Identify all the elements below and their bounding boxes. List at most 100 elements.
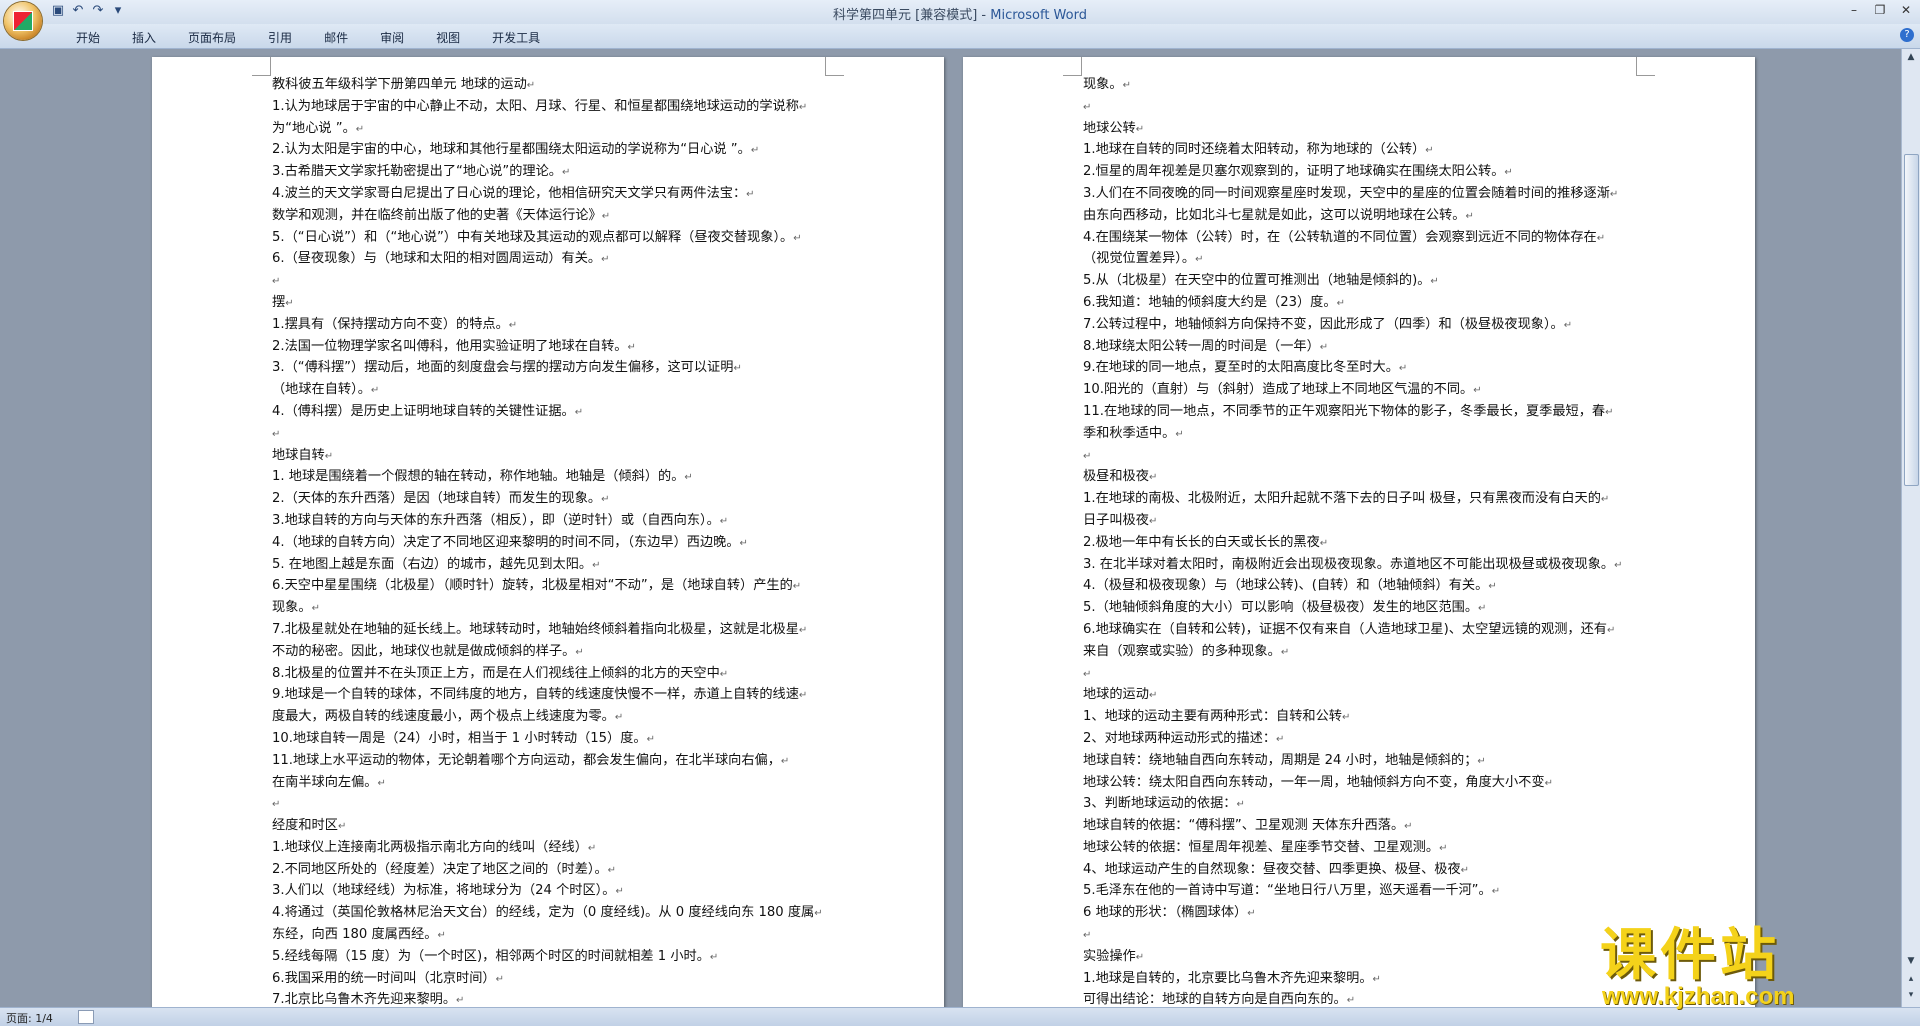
paragraph-mark-icon: ↵: [627, 341, 636, 353]
line-text: 经度和时区: [272, 818, 338, 834]
paragraph-mark-icon: ↵: [592, 559, 601, 571]
paragraph-line: 1、地球的运动主要有两种形式：自转和公转↵: [1083, 707, 1643, 729]
paragraph-mark-icon: ↵: [1148, 690, 1158, 702]
paragraph-mark-icon: ↵: [1346, 995, 1356, 1007]
paragraph-mark-icon: ↵: [1083, 668, 1092, 680]
line-text: 4、地球运动产生的自然现象：昼夜交替、四季更换、极昼、极夜: [1083, 861, 1461, 877]
scroll-down-icon[interactable]: ▼: [1905, 955, 1917, 967]
paragraph-mark-icon: ↵: [1319, 341, 1329, 353]
line-text: 现象。: [1083, 77, 1123, 92]
paragraph-mark-icon: ↵: [495, 973, 504, 985]
page-2-text[interactable]: 现象。↵ ↵ 地球公转↵ 1.地球在自转的同时还绕着太阳转动，称为地球的（公转）↵ 2.…: [1083, 75, 1643, 1007]
paragraph-line: 2.认为太阳是宇宙的中心，地球和其他行星都围绕太阳运动的学说称为“日心说 ”。↵: [272, 140, 832, 162]
line-text: 6.我知道：地轴的倾斜度大约是（23）度。: [1083, 294, 1337, 310]
paragraph-line: 7.北京比乌鲁木齐先迎来黎明。↵: [272, 990, 832, 1007]
paragraph-mark-icon: ↵: [1425, 145, 1434, 157]
paragraph-line: 摆↵: [272, 293, 832, 315]
line-text: 不动的秘密。因此，地球仪也就是做成倾斜的样子。: [272, 643, 576, 659]
paragraph-line: 9.地球是一个自转的球体，不同纬度的地方，自转的线速度快慢不一样，赤道上自转的线…: [272, 685, 832, 707]
paragraph-line: 2.法国一位物理学家名叫傅科，他用实验证明了地球在自转。↵: [272, 337, 832, 359]
paragraph-line: 4.在围绕某一物体（公转）时，在（公转轨道的不同位置）会观察到远近不同的物体存在…: [1083, 228, 1643, 250]
paragraph-mark-icon: ↵: [1341, 712, 1351, 724]
previous-page-icon[interactable]: ▴: [1905, 973, 1917, 985]
tab-5[interactable]: 审阅: [364, 29, 420, 46]
paragraph-mark-icon: ↵: [646, 733, 656, 745]
line-text: 4.（极昼和极夜现象）与（地球公转)、(自转）和（地轴倾斜）有关。: [1083, 578, 1489, 594]
paragraph-mark-icon: ↵: [1607, 624, 1616, 636]
line-text: 为“地心说 ”。: [272, 120, 356, 136]
line-text: 8.北极星的位置并不在头顶正上方，而是在人们视线往上倾斜的北方的天空中: [272, 665, 720, 681]
page-1[interactable]: 教科彼五年级科学下册第四单元 地球的运动↵ 1.认为地球居于宇宙的中心静止不动，太…: [152, 57, 944, 1007]
tab-7[interactable]: 开发工具: [476, 29, 556, 46]
page-indicator[interactable]: 页面: 1/4: [6, 1010, 53, 1026]
ribbon-tabs: 开始 插入 页面布局 引用 邮件 审阅 视图 开发工具: [60, 29, 556, 46]
document-title: 科学第四单元 [兼容模式]: [833, 8, 978, 23]
line-text: 地球自转的依据：“傅科摆”、卫星观测 天体东升西落。: [1083, 818, 1405, 834]
paragraph-line: 4.将通过（英国伦敦格林尼治天文台）的经线，定为（0 度经线)。从 0 度经线向…: [272, 903, 832, 925]
paragraph-line: 度最大，两极自转的线速度最小，两个极点上线速度为零。↵: [272, 707, 832, 729]
paragraph-line: 地球公转的依据：恒星周年视差、星座季节交替、卫星观测。↵: [1083, 838, 1643, 860]
line-text: 6.地球确实在（自转和公转)，证据不仅有来自（人造地球卫星)、太空望远镜的观测，…: [1083, 621, 1607, 637]
line-text: 5. 在地图上越是东面（右边）的城市，越先见到太阳。: [272, 556, 593, 572]
scroll-up-icon[interactable]: ▲: [1905, 51, 1917, 63]
next-page-icon[interactable]: ▾: [1905, 989, 1917, 1001]
paragraph-line: 2.不同地区所处的（经度差）决定了地区之间的（时差）。↵: [272, 860, 832, 882]
tab-4[interactable]: 邮件: [308, 29, 364, 46]
line-text: 1.地球是自转的，北京要比乌鲁木齐先迎来黎明。: [1083, 970, 1373, 986]
line-text: （地球在自转）。: [272, 382, 371, 398]
paragraph-line: 3.地球自转的方向与天体的东升西落（相反），即（逆时针）或（自西向东）。↵: [272, 511, 832, 533]
line-text: 9.在地球的同一地点，夏至时的太阳高度比冬至时大。: [1083, 360, 1399, 376]
scroll-thumb[interactable]: [1904, 154, 1919, 486]
line-text: 来自（观察或实验）的多种现象。: [1083, 643, 1281, 659]
line-text: 6.我国采用的统一时间叫（北京时间）: [272, 970, 496, 986]
tab-2[interactable]: 页面布局: [172, 29, 252, 46]
paragraph-mark-icon: ↵: [377, 777, 386, 789]
paragraph-line: 8.北极星的位置并不在头顶正上方，而是在人们视线往上倾斜的北方的天空中↵: [272, 664, 832, 686]
paragraph-line: 4.波兰的天文学家哥白尼提出了日心说的理论，他相信研究天文学只有两件法宝：↵: [272, 184, 832, 206]
tab-0[interactable]: 开始: [60, 29, 116, 46]
help-icon[interactable]: ?: [1900, 28, 1914, 42]
paragraph-line: 9.在地球的同一地点，夏至时的太阳高度比冬至时大。↵: [1083, 358, 1643, 380]
paragraph-mark-icon: ↵: [1372, 973, 1381, 985]
vertical-scrollbar[interactable]: ▲ ▼ ▴ ▾: [1901, 49, 1920, 1007]
restore-icon[interactable]: ❐: [1870, 2, 1890, 18]
paragraph-line: 10.阳光的（直射）与（斜射）造成了地球上不同地区气温的不同。↵: [1083, 380, 1643, 402]
page-2[interactable]: 现象。↵ ↵ 地球公转↵ 1.地球在自转的同时还绕着太阳转动，称为地球的（公转）↵ 2.…: [963, 57, 1755, 1007]
minimize-icon[interactable]: –: [1844, 2, 1864, 18]
paragraph-mark-icon: ↵: [1563, 319, 1573, 331]
line-text: 10.地球自转一周是（24）小时，相当于 1 小时转动（15）度。: [272, 730, 647, 746]
line-text: 5.经线每隔（15 度）为（一个时区)，相邻两个时区的时间就相差 1 小时。: [272, 948, 710, 964]
paragraph-mark-icon: ↵: [1083, 101, 1092, 113]
paragraph-mark-icon: ↵: [1247, 908, 1256, 920]
paragraph-mark-icon: ↵: [798, 690, 808, 702]
line-text: 东经，向西 180 度属西经。: [272, 927, 438, 943]
paragraph-mark-icon: ↵: [1276, 733, 1285, 745]
line-text: 由东向西移动，比如北斗七星就是如此，这可以说明地球在公转。: [1083, 207, 1466, 223]
close-icon[interactable]: ✕: [1896, 2, 1916, 18]
paragraph-line: 5.毛泽东在他的一首诗中写道：“坐地日行八万里，巡天遥看一千河”。↵: [1083, 881, 1643, 903]
office-button[interactable]: [4, 2, 42, 40]
line-text: 数学和观测，并在临终前出版了他的史著《天体运行论》: [272, 207, 602, 223]
line-text: 7.公转过程中，地轴倾斜方向保持不变，因此形成了（四季）和（极昼极夜现象）。: [1083, 316, 1564, 332]
paragraph-line: 日子叫极夜↵: [1083, 511, 1643, 533]
paragraph-mark-icon: ↵: [1605, 406, 1614, 418]
paragraph-mark-icon: ↵: [285, 297, 294, 309]
paragraph-mark-icon: ↵: [1148, 515, 1158, 527]
line-text: 3.人们在不同夜晚的同一时间观察星座时发现，天空中的星座的位置会随着时间的推移逐…: [1083, 185, 1610, 201]
tab-1[interactable]: 插入: [116, 29, 172, 46]
proofing-icon[interactable]: [78, 1010, 94, 1024]
paragraph-mark-icon: ↵: [1596, 232, 1606, 244]
paragraph-line: 6.我国采用的统一时间叫（北京时间）↵: [272, 969, 832, 991]
line-text: 2.（天体的东升西落）是因（地球自转）而发生的现象。: [272, 491, 602, 507]
line-text: 教科彼五年级科学下册第四单元 地球的运动: [272, 77, 527, 92]
line-text: 地球公转: [1083, 120, 1136, 136]
line-text: 9.地球是一个自转的球体，不同纬度的地方，自转的线速度快慢不一样，赤道上自转的线…: [272, 687, 799, 703]
paragraph-line: 地球自转的依据：“傅科摆”、卫星观测 天体东升西落。↵: [1083, 816, 1643, 838]
paragraph-mark-icon: ↵: [614, 712, 624, 724]
tab-6[interactable]: 视图: [420, 29, 476, 46]
line-text: 7.北京比乌鲁木齐先迎来黎明。: [272, 992, 457, 1007]
paragraph-mark-icon: ↵: [1236, 799, 1245, 811]
tab-3[interactable]: 引用: [252, 29, 308, 46]
page-1-text[interactable]: 教科彼五年级科学下册第四单元 地球的运动↵ 1.认为地球居于宇宙的中心静止不动，太…: [272, 75, 832, 1007]
line-text: 3、判断地球运动的依据：: [1083, 796, 1237, 812]
